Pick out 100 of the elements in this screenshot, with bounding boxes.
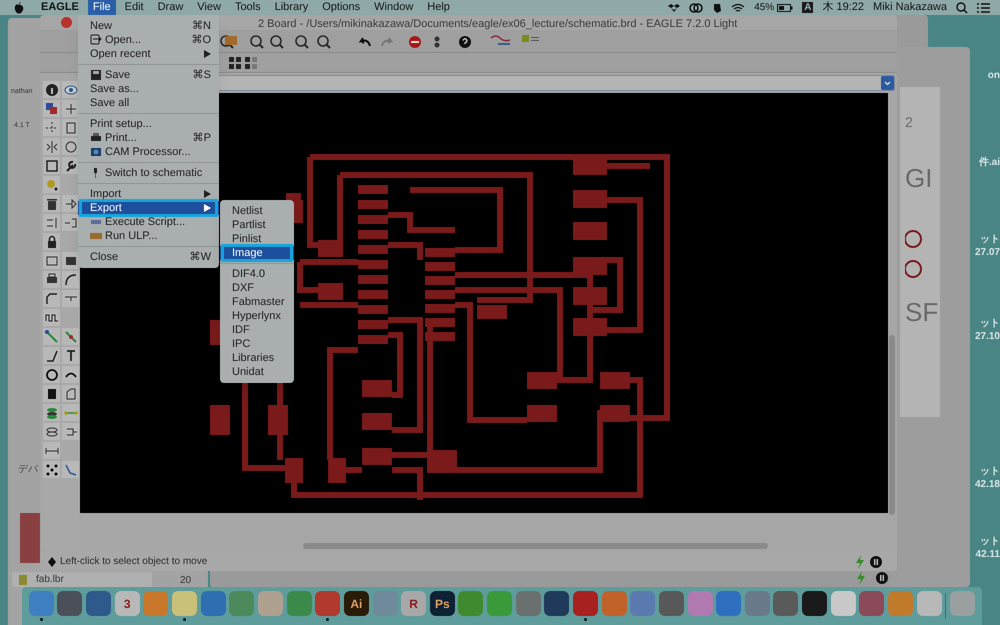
app-icon[interactable] (802, 591, 828, 616)
app-icon[interactable]: 3 (114, 591, 140, 616)
tool-button[interactable] (62, 100, 79, 117)
tool-button[interactable] (43, 290, 60, 307)
tool-button[interactable] (43, 138, 60, 155)
menu-item[interactable]: Fabmaster (220, 295, 294, 309)
app-icon[interactable]: Ai (344, 591, 369, 616)
menu-item[interactable]: Edit (120, 0, 149, 15)
help-icon[interactable] (458, 35, 472, 49)
tool-button[interactable] (43, 119, 60, 136)
tool-button[interactable] (43, 271, 60, 288)
tool-button[interactable] (43, 100, 60, 117)
tool-button[interactable] (62, 290, 79, 307)
menu-item[interactable]: Help (422, 0, 455, 15)
menu-item[interactable]: File (88, 0, 116, 15)
undo-icon[interactable] (358, 35, 372, 49)
stop-icon[interactable] (408, 35, 422, 49)
input-source-indicator[interactable]: A (802, 2, 814, 13)
menu-item[interactable]: Import (78, 187, 219, 201)
tool-button[interactable] (43, 233, 60, 250)
zoom-icon[interactable] (220, 35, 234, 49)
menu-item[interactable]: Draw (152, 0, 188, 15)
menu-item[interactable]: Export (78, 201, 219, 215)
menu-item[interactable]: CAM Processor... (78, 145, 219, 159)
menu-item[interactable]: Open... ⌘O (78, 33, 219, 47)
user-name[interactable]: Miki Nakazawa (873, 0, 947, 16)
zoom-out-icon[interactable] (270, 35, 284, 49)
menu-item[interactable]: DIF4.0 (220, 267, 294, 281)
menu-item[interactable]: Options (317, 0, 366, 15)
menu-item[interactable]: Hyperlynx (220, 309, 294, 323)
menu-item[interactable]: Library (270, 0, 314, 15)
tool-button[interactable] (62, 366, 79, 383)
menu-item[interactable]: Partlist (220, 218, 294, 232)
tool-button[interactable] (43, 176, 60, 193)
menu-item[interactable]: New ⌘N (78, 19, 219, 33)
tool-button[interactable] (43, 81, 60, 98)
menu-item[interactable]: View (192, 0, 226, 15)
menu-item[interactable]: Pinlist (220, 232, 294, 246)
menu-item[interactable]: Run ULP... (78, 229, 219, 243)
menu-item[interactable]: Close ⌘W (78, 250, 219, 264)
clock[interactable]: 木 19:22 (822, 0, 864, 16)
layer-icon[interactable] (224, 34, 240, 48)
tool-button[interactable] (62, 385, 79, 402)
grid-layout-icon[interactable] (244, 56, 258, 70)
app-icon[interactable] (544, 591, 570, 616)
wifi-icon[interactable] (731, 2, 746, 12)
dropbox-icon[interactable] (668, 2, 680, 12)
tool-button[interactable] (43, 195, 60, 212)
zoom-icon[interactable] (317, 35, 331, 49)
tool-button[interactable] (43, 309, 60, 326)
app-name[interactable]: EAGLE (41, 0, 79, 16)
zoom-icon[interactable] (295, 35, 309, 49)
menu-item[interactable]: Unidat (220, 365, 294, 379)
zoom-in-icon[interactable] (250, 35, 264, 49)
scrollbar-thumb[interactable] (889, 335, 895, 515)
tool-button[interactable] (43, 252, 60, 269)
search-icon[interactable] (956, 2, 968, 14)
tool-button[interactable] (62, 195, 79, 212)
app-icon[interactable]: Ps (430, 591, 455, 616)
tool-button[interactable] (43, 404, 60, 421)
menu-item[interactable]: Save as... (78, 82, 219, 96)
menu-item[interactable]: IPC (220, 337, 294, 351)
tool-button[interactable] (62, 81, 79, 98)
menu-item[interactable]: Switch to schematic (78, 166, 219, 180)
menu-item[interactable]: Print... ⌘P (78, 131, 219, 145)
tool-button[interactable] (43, 461, 60, 478)
chevron-icon[interactable] (881, 76, 894, 90)
menu-item[interactable]: Save all (78, 96, 219, 110)
menu-item[interactable]: Image (220, 246, 294, 260)
tool-button[interactable] (43, 423, 60, 440)
menu-item[interactable]: DXF (220, 281, 294, 295)
tool-button[interactable] (43, 442, 60, 459)
cloud-icon[interactable] (689, 2, 704, 12)
tool-button[interactable] (62, 252, 79, 269)
tool-button[interactable] (43, 328, 60, 345)
file-field[interactable]: fab.lbr (12, 572, 152, 587)
menu-item[interactable]: Netlist (220, 204, 294, 218)
grid-layout-icon[interactable] (228, 56, 242, 70)
board-canvas[interactable] (80, 93, 888, 513)
tool-button[interactable] (62, 347, 79, 364)
tool-button[interactable] (43, 157, 60, 174)
menu-item[interactable]: Open recent (78, 47, 219, 61)
tool-button[interactable] (43, 214, 60, 231)
menu-item[interactable]: Save ⌘S (78, 68, 219, 82)
tool-button[interactable] (43, 366, 60, 383)
tool-button[interactable] (62, 157, 79, 174)
tool-button[interactable] (62, 119, 79, 136)
scrollbar-thumb[interactable] (303, 543, 768, 549)
tool-button[interactable] (62, 271, 79, 288)
elephant-icon[interactable] (712, 2, 722, 13)
tool-button[interactable] (43, 385, 60, 402)
tool-button[interactable] (62, 138, 79, 155)
menu-item[interactable]: IDF (220, 323, 294, 337)
app-icon[interactable]: R (401, 591, 426, 616)
menu-item[interactable]: Tools (230, 0, 266, 15)
tool-button[interactable] (62, 423, 79, 440)
tool-button[interactable] (62, 214, 79, 231)
menu-item[interactable]: Print setup... (78, 117, 219, 131)
tool-button[interactable] (43, 347, 60, 364)
menu-item[interactable]: Libraries (220, 351, 294, 365)
